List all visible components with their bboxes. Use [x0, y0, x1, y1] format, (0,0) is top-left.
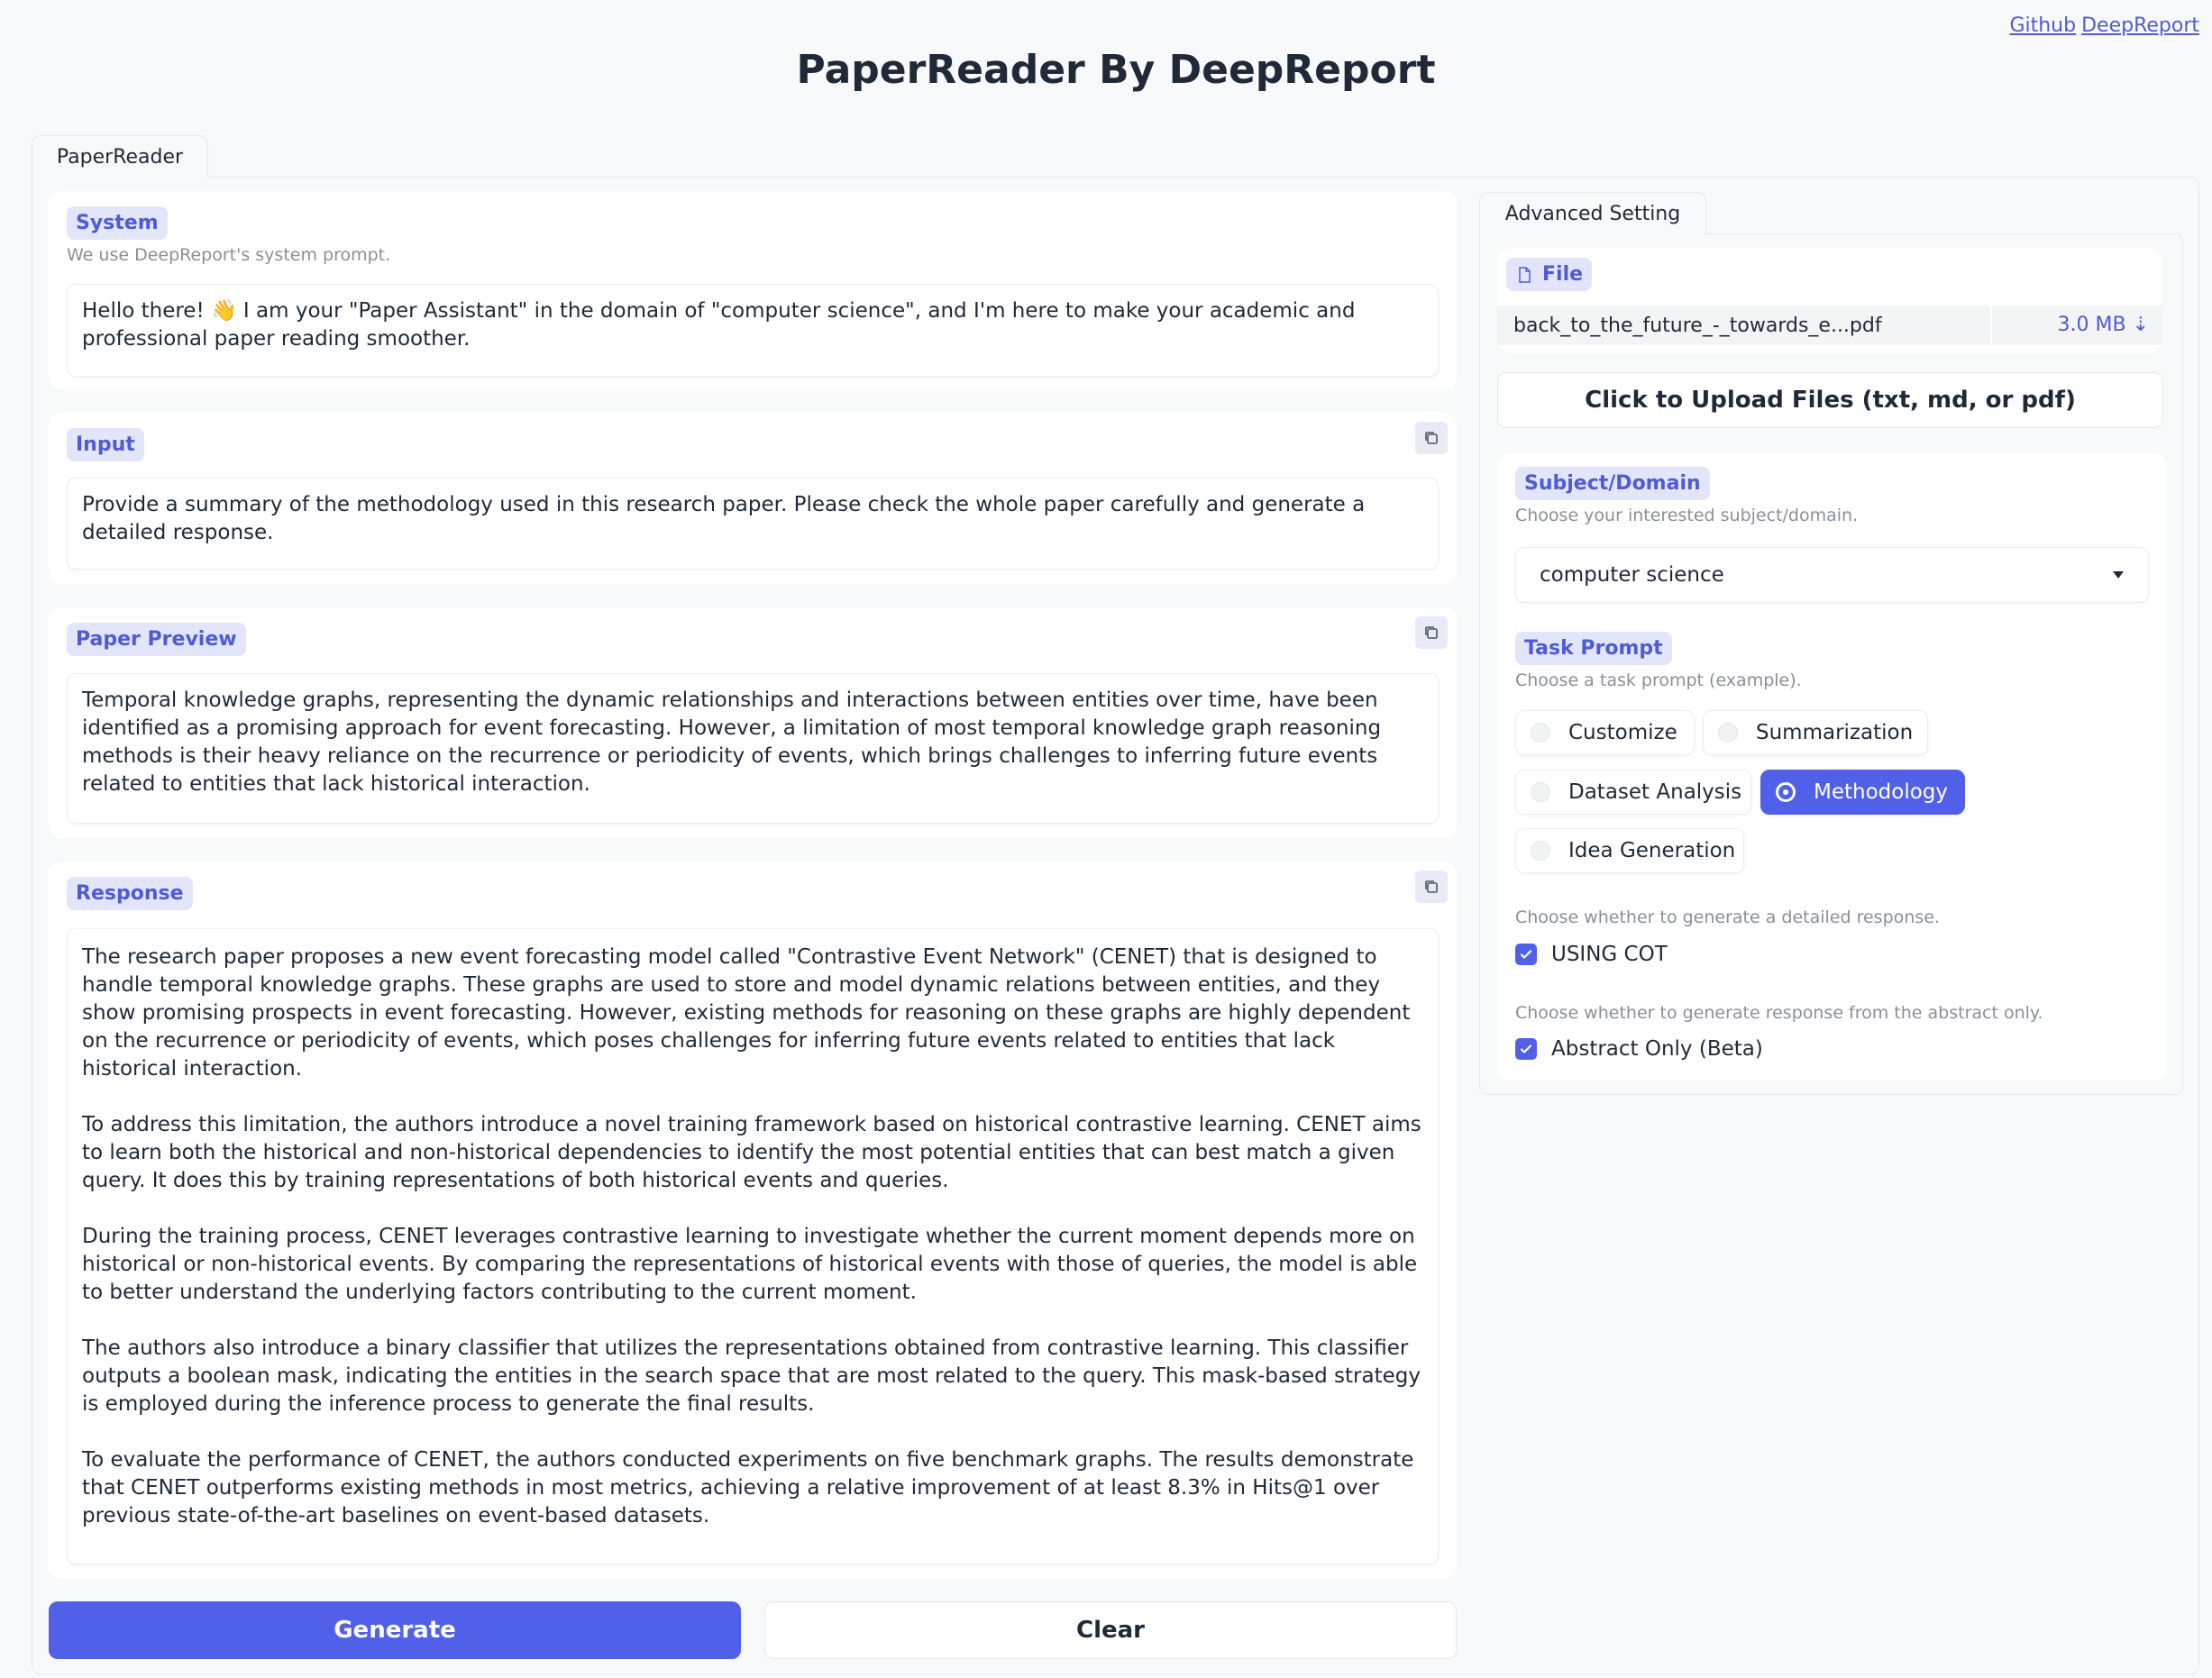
using-cot-checkbox-row[interactable]: USING COT: [1515, 943, 1668, 966]
radio-icon: [1531, 841, 1550, 861]
top-links: Github DeepReport: [2004, 14, 2199, 37]
system-textbox[interactable]: Hello there! 👋 I am your "Paper Assistan…: [67, 284, 1439, 377]
task-prompt-hint: Choose a task prompt (example).: [1515, 670, 1802, 690]
page-title: PaperReader By DeepReport: [796, 47, 1436, 93]
response-paragraph: To address this limitation, the authors …: [82, 1113, 1421, 1192]
copy-button[interactable]: [1415, 871, 1448, 903]
input-label: Input: [67, 428, 144, 461]
github-link[interactable]: Github: [2009, 14, 2076, 37]
file-label: File: [1506, 258, 1593, 291]
checkbox-checked-icon[interactable]: [1515, 1038, 1537, 1060]
radio-selected-icon: [1776, 782, 1796, 802]
task-option-customize[interactable]: Customize: [1515, 710, 1695, 755]
clear-button[interactable]: Clear: [764, 1601, 1457, 1659]
upload-files-button[interactable]: Click to Upload Files (txt, md, or pdf): [1497, 372, 2163, 428]
tab-advanced-setting[interactable]: Advanced Setting: [1479, 192, 1706, 235]
copy-button[interactable]: [1415, 422, 1448, 454]
response-paragraph: During the training process, CENET lever…: [82, 1225, 1418, 1304]
subject-dropdown-value: computer science: [1540, 563, 1724, 587]
response-label: Response: [67, 877, 193, 910]
paper-preview-textbox[interactable]: Temporal knowledge graphs, representing …: [67, 673, 1439, 824]
task-prompt-label: Task Prompt: [1515, 632, 1672, 665]
task-option-dataset-analysis[interactable]: Dataset Analysis: [1515, 770, 1751, 815]
radio-icon: [1531, 782, 1550, 802]
response-textbox[interactable]: The research paper proposes a new event …: [67, 928, 1439, 1564]
response-card: Response The research paper proposes a n…: [49, 862, 1457, 1579]
file-size-download[interactable]: 3.0 MB ⇣: [1990, 306, 2162, 345]
tab-paperreader[interactable]: PaperReader: [32, 135, 208, 178]
cot-hint: Choose whether to generate a detailed re…: [1515, 907, 1940, 927]
checkbox-checked-icon[interactable]: [1515, 944, 1537, 965]
caret-down-icon: [2113, 571, 2124, 579]
input-card: Input Provide a summary of the methodolo…: [49, 413, 1457, 584]
copy-icon: [1425, 880, 1438, 893]
system-label: System: [67, 206, 168, 240]
copy-button[interactable]: [1415, 616, 1448, 649]
file-name[interactable]: back_to_the_future_-_towards_e...pdf: [1497, 315, 1990, 337]
abstract-only-label: Abstract Only (Beta): [1551, 1037, 1763, 1061]
subject-dropdown[interactable]: computer science: [1515, 547, 2149, 603]
generate-button[interactable]: Generate: [49, 1601, 741, 1659]
file-icon: [1519, 266, 1531, 283]
subject-label: Subject/Domain: [1515, 467, 1710, 500]
response-paragraph: The research paper proposes a new event …: [82, 945, 1411, 1081]
task-option-idea-generation[interactable]: Idea Generation: [1515, 828, 1744, 873]
system-card: System We use DeepReport's system prompt…: [49, 191, 1457, 389]
copy-icon: [1425, 432, 1438, 444]
abstract-only-checkbox-row[interactable]: Abstract Only (Beta): [1515, 1037, 1763, 1061]
subject-hint: Choose your interested subject/domain.: [1515, 506, 1859, 525]
task-option-summarization[interactable]: Summarization: [1703, 710, 1928, 755]
uploaded-file-row[interactable]: back_to_the_future_-_towards_e...pdf 3.0…: [1497, 306, 2162, 345]
response-paragraph: To evaluate the performance of CENET, th…: [82, 1448, 1414, 1528]
abstract-hint: Choose whether to generate response from…: [1515, 1003, 2043, 1023]
radio-icon: [1718, 723, 1738, 743]
response-paragraph: The authors also introduce a binary clas…: [82, 1336, 1421, 1416]
deepreport-link[interactable]: DeepReport: [2081, 14, 2199, 37]
copy-icon: [1425, 626, 1438, 639]
system-hint: We use DeepReport's system prompt.: [67, 245, 391, 265]
input-textbox[interactable]: Provide a summary of the methodology use…: [67, 478, 1439, 570]
task-option-methodology[interactable]: Methodology: [1760, 770, 1965, 815]
paper-preview-label: Paper Preview: [67, 623, 246, 656]
using-cot-label: USING COT: [1551, 943, 1668, 966]
radio-icon: [1531, 723, 1550, 743]
paper-preview-card: Paper Preview Temporal knowledge graphs,…: [49, 607, 1457, 838]
